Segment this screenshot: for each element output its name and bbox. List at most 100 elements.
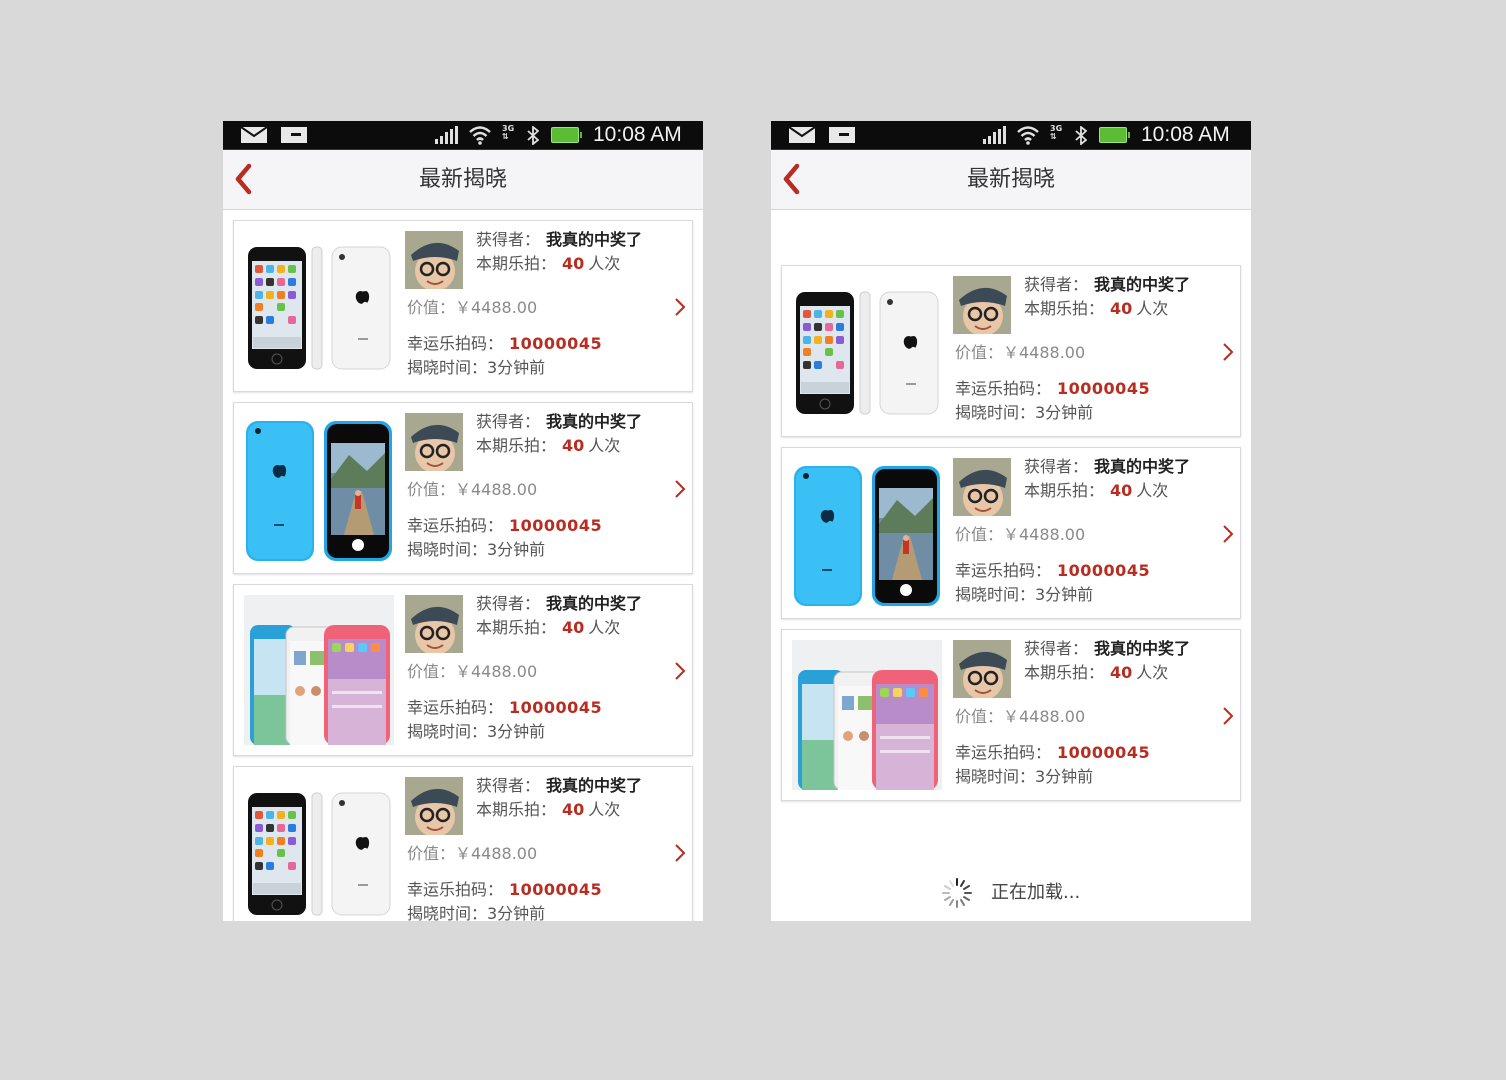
- winner-name: 我真的中奖了: [1094, 275, 1191, 294]
- winner-name: 我真的中奖了: [546, 594, 643, 613]
- winner-label: 获得者：: [476, 230, 541, 249]
- times-row: 本期乐拍： 40 人次: [1024, 481, 1168, 501]
- code-label: 幸运乐拍码：: [407, 880, 504, 899]
- times-row: 本期乐拍： 40 人次: [476, 618, 620, 638]
- code-value: 10000045: [509, 516, 603, 535]
- times-value: 40: [1110, 481, 1133, 500]
- times-unit: 人次: [1136, 481, 1169, 500]
- code-value: 10000045: [509, 334, 603, 353]
- battery-icon: [1099, 127, 1130, 143]
- winner-avatar: [405, 231, 463, 289]
- result-card[interactable]: 获得者： 我真的中奖了 本期乐拍： 40 人次 价值：￥4488.00 幸运乐拍码： 1…: [233, 220, 693, 392]
- status-bar: 3G ⇅ 10:08 AM: [223, 121, 703, 150]
- times-label: 本期乐拍：: [476, 436, 557, 455]
- chevron-right-icon[interactable]: [674, 479, 686, 499]
- code-value: 10000045: [509, 698, 603, 717]
- phone-screen-left: 3G ⇅ 10:08 AM 最新揭晓 获得者： 我真的中奖了 本期乐拍： 40 …: [223, 121, 703, 921]
- lucky-code-row: 幸运乐拍码： 10000045: [407, 698, 602, 718]
- times-label: 本期乐拍：: [1024, 481, 1105, 500]
- code-label: 幸运乐拍码：: [955, 743, 1052, 762]
- code-value: 10000045: [1057, 743, 1151, 762]
- reveal-time: 揭晓时间：3分钟前: [955, 403, 1094, 422]
- sd-card-icon: [829, 127, 855, 143]
- bluetooth-icon: [527, 126, 539, 145]
- battery-icon: [551, 127, 582, 143]
- value-text: 价值：￥4488.00: [407, 298, 538, 317]
- signal-icon: [435, 126, 458, 144]
- winner-name: 我真的中奖了: [1094, 639, 1191, 658]
- chevron-right-icon[interactable]: [1222, 342, 1234, 362]
- times-row: 本期乐拍： 40 人次: [1024, 299, 1168, 319]
- lucky-code-row: 幸运乐拍码： 10000045: [407, 880, 602, 900]
- chevron-right-icon[interactable]: [1222, 706, 1234, 726]
- winner-row: 获得者： 我真的中奖了: [476, 230, 642, 250]
- code-value: 10000045: [509, 880, 603, 899]
- lucky-code-row: 幸运乐拍码： 10000045: [407, 516, 602, 536]
- winner-label: 获得者：: [1024, 457, 1089, 476]
- times-row: 本期乐拍： 40 人次: [476, 800, 620, 820]
- sd-card-icon: [281, 127, 307, 143]
- winner-avatar: [953, 640, 1011, 698]
- product-image-iphone-white: [248, 246, 391, 370]
- times-label: 本期乐拍：: [476, 618, 557, 637]
- times-unit: 人次: [588, 254, 621, 273]
- winner-label: 获得者：: [476, 412, 541, 431]
- lucky-code-row: 幸运乐拍码： 10000045: [955, 561, 1150, 581]
- product-image-iphone-white: [796, 291, 939, 415]
- result-card[interactable]: 获得者： 我真的中奖了 本期乐拍： 40 人次 价值：￥4488.00 幸运乐拍码： 1…: [233, 766, 693, 921]
- winner-label: 获得者：: [1024, 275, 1089, 294]
- times-unit: 人次: [1136, 663, 1169, 682]
- value-text: 价值：￥4488.00: [955, 525, 1086, 544]
- code-value: 10000045: [1057, 379, 1151, 398]
- chevron-right-icon[interactable]: [674, 661, 686, 681]
- times-unit: 人次: [588, 800, 621, 819]
- loading-text: 正在加载...: [991, 882, 1081, 903]
- chevron-right-icon[interactable]: [674, 297, 686, 317]
- lucky-code-row: 幸运乐拍码： 10000045: [955, 379, 1150, 399]
- result-card[interactable]: 获得者： 我真的中奖了 本期乐拍： 40 人次 价值：￥4488.00 幸运乐拍码： 1…: [781, 629, 1241, 801]
- times-label: 本期乐拍：: [476, 800, 557, 819]
- mail-icon: [789, 127, 815, 143]
- times-unit: 人次: [588, 618, 621, 637]
- winner-row: 获得者： 我真的中奖了: [476, 594, 642, 614]
- product-image-iphone-lineup: [244, 595, 394, 745]
- winner-avatar: [405, 777, 463, 835]
- status-time: 10:08 AM: [1141, 123, 1230, 146]
- times-label: 本期乐拍：: [1024, 299, 1105, 318]
- reveal-time: 揭晓时间：3分钟前: [407, 540, 546, 559]
- product-image-iphone-lineup: [792, 640, 942, 790]
- times-row: 本期乐拍： 40 人次: [476, 436, 620, 456]
- reveal-time: 揭晓时间：3分钟前: [407, 722, 546, 741]
- result-card[interactable]: 获得者： 我真的中奖了 本期乐拍： 40 人次 价值：￥4488.00 幸运乐拍码： 1…: [233, 402, 693, 574]
- winner-row: 获得者： 我真的中奖了: [1024, 457, 1190, 477]
- winner-row: 获得者： 我真的中奖了: [1024, 639, 1190, 659]
- product-image-iphone-blue: [794, 466, 940, 606]
- winner-name: 我真的中奖了: [546, 230, 643, 249]
- result-card[interactable]: 获得者： 我真的中奖了 本期乐拍： 40 人次 价值：￥4488.00 幸运乐拍码： 1…: [781, 447, 1241, 619]
- lucky-code-row: 幸运乐拍码： 10000045: [407, 334, 602, 354]
- times-value: 40: [1110, 663, 1133, 682]
- reveal-time: 揭晓时间：3分钟前: [955, 585, 1094, 604]
- chevron-right-icon[interactable]: [1222, 524, 1234, 544]
- winner-label: 获得者：: [476, 776, 541, 795]
- reveal-time: 揭晓时间：3分钟前: [407, 358, 546, 377]
- reveal-time: 揭晓时间：3分钟前: [955, 767, 1094, 786]
- result-card[interactable]: 获得者： 我真的中奖了 本期乐拍： 40 人次 价值：￥4488.00 幸运乐拍码： 1…: [233, 584, 693, 756]
- status-bar: 3G ⇅ 10:08 AM: [771, 121, 1251, 150]
- winner-name: 我真的中奖了: [1094, 457, 1191, 476]
- 3g-data-icon: 3G ⇅: [1050, 124, 1063, 141]
- code-label: 幸运乐拍码：: [955, 379, 1052, 398]
- result-card[interactable]: 获得者： 我真的中奖了 本期乐拍： 40 人次 价值：￥4488.00 幸运乐拍码： 1…: [781, 265, 1241, 437]
- bluetooth-icon: [1075, 126, 1087, 145]
- value-text: 价值：￥4488.00: [407, 662, 538, 681]
- lucky-code-row: 幸运乐拍码： 10000045: [955, 743, 1150, 763]
- times-label: 本期乐拍：: [476, 254, 557, 273]
- spinner-icon: [942, 878, 972, 908]
- times-value: 40: [562, 436, 585, 455]
- winner-label: 获得者：: [1024, 639, 1089, 658]
- times-row: 本期乐拍： 40 人次: [1024, 663, 1168, 683]
- code-label: 幸运乐拍码：: [407, 334, 504, 353]
- code-label: 幸运乐拍码：: [407, 516, 504, 535]
- chevron-right-icon[interactable]: [674, 843, 686, 863]
- winner-avatar: [953, 276, 1011, 334]
